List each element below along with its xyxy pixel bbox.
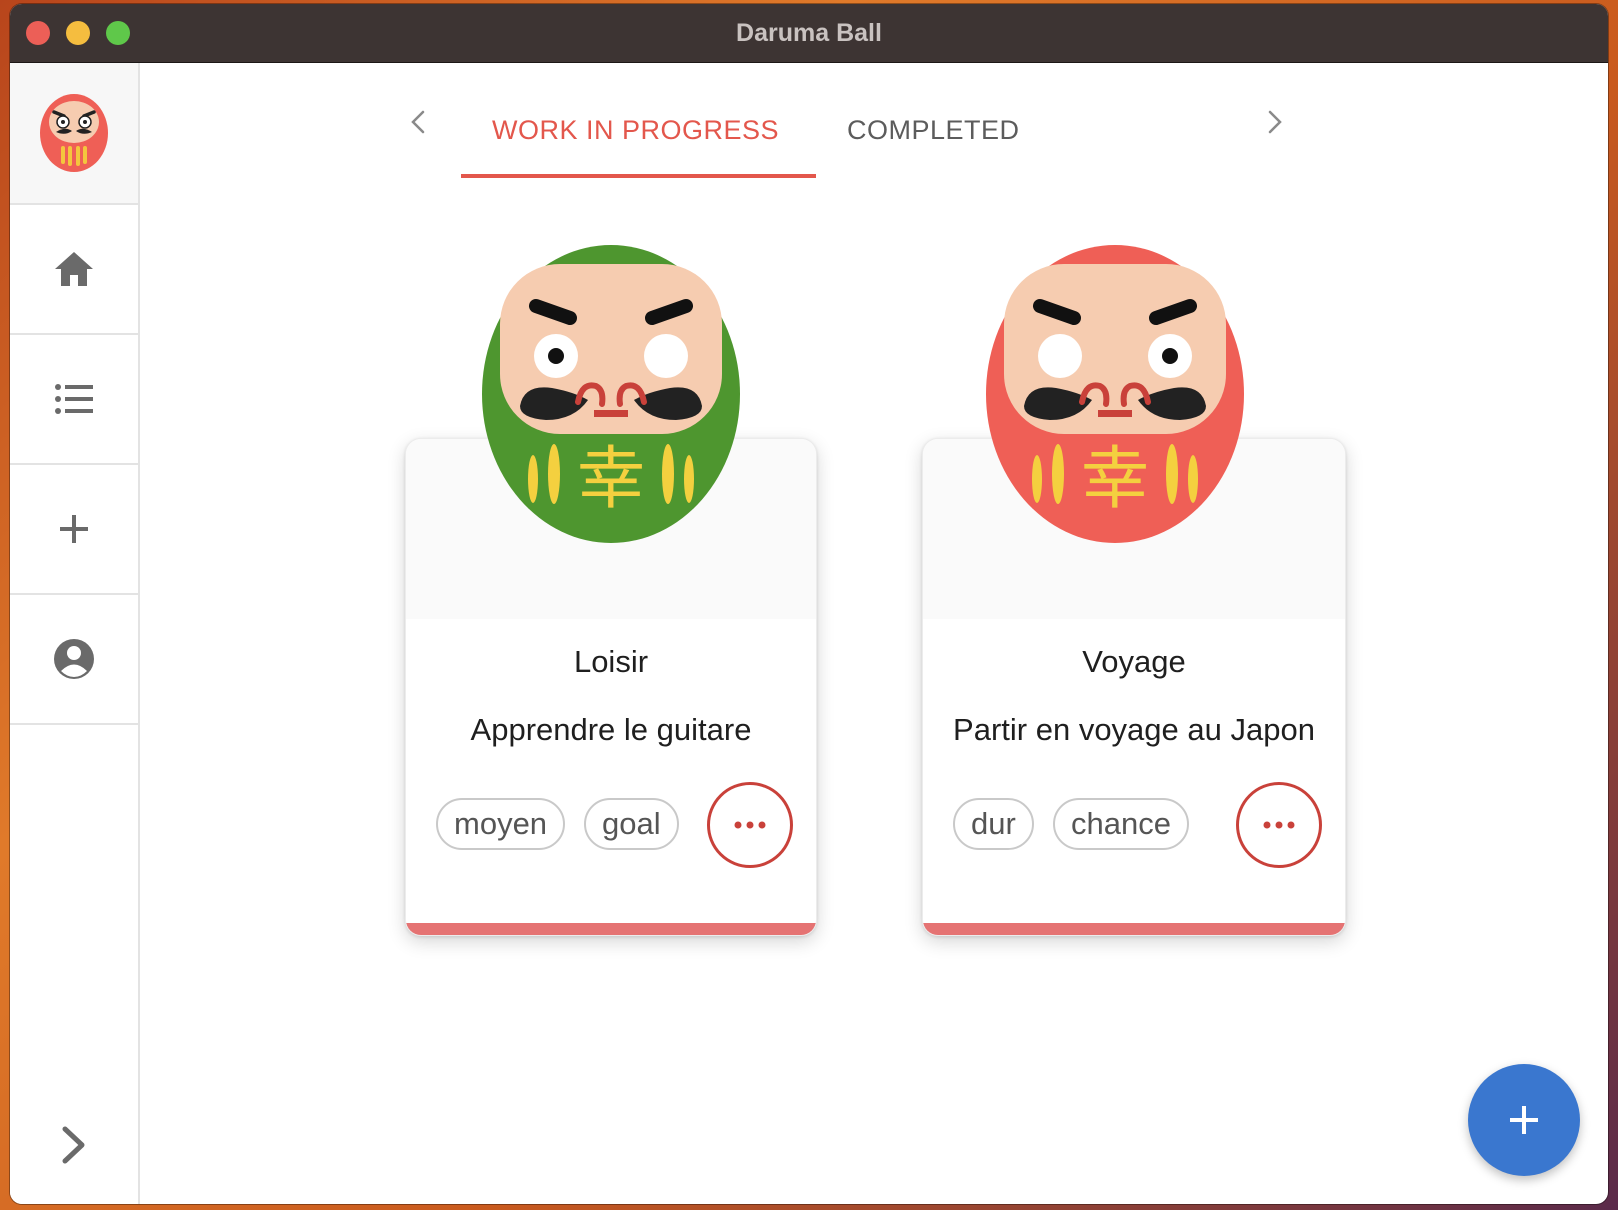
daruma-logo-icon bbox=[40, 94, 108, 172]
tag-chip[interactable]: chance bbox=[1053, 798, 1189, 850]
sidebar-item-list[interactable] bbox=[10, 335, 138, 465]
card-status-bar bbox=[406, 923, 816, 935]
daruma-glyph: 幸 bbox=[1081, 440, 1149, 519]
active-tab-indicator bbox=[461, 174, 816, 178]
sidebar bbox=[10, 63, 140, 1204]
sidebar-item-add[interactable] bbox=[10, 465, 138, 595]
app-window: Daruma Ball WORK IN PROGRESS COMPLETED L… bbox=[10, 4, 1608, 1204]
card-category: Loisir bbox=[573, 644, 649, 679]
tag-chip[interactable]: moyen bbox=[436, 798, 566, 850]
daruma-glyph: 幸 bbox=[577, 440, 645, 519]
chevron-right-icon bbox=[62, 1126, 85, 1164]
chevron-right-icon bbox=[1268, 110, 1282, 134]
card-category: Voyage bbox=[1082, 644, 1186, 679]
card-goal-text: Apprendre le guitare bbox=[470, 712, 752, 747]
home-icon bbox=[55, 252, 93, 286]
plus-icon bbox=[60, 515, 88, 543]
more-horizontal-icon bbox=[734, 821, 766, 829]
more-horizontal-icon bbox=[1263, 821, 1295, 829]
plus-icon bbox=[1510, 1106, 1538, 1134]
sidebar-item-profile[interactable] bbox=[10, 595, 138, 725]
tab-completed[interactable]: COMPLETED bbox=[847, 115, 1020, 146]
card-goal-text: Partir en voyage au Japon bbox=[953, 712, 1315, 747]
tab-work-in-progress[interactable]: WORK IN PROGRESS bbox=[492, 115, 779, 146]
account-circle-icon bbox=[54, 639, 94, 679]
sidebar-expand-button[interactable] bbox=[10, 1126, 138, 1164]
tab-scroll-right-button[interactable] bbox=[1267, 109, 1283, 140]
window-title: Daruma Ball bbox=[736, 19, 882, 47]
more-options-button[interactable] bbox=[707, 782, 793, 868]
card-status-bar bbox=[923, 923, 1345, 935]
tag-chip[interactable]: goal bbox=[584, 798, 679, 850]
daruma-red-icon: 幸 bbox=[986, 245, 1244, 543]
tab-scroll-left-button[interactable] bbox=[410, 109, 426, 140]
title-bar: Daruma Ball bbox=[10, 4, 1608, 63]
app-logo[interactable] bbox=[10, 63, 138, 205]
chevron-left-icon bbox=[411, 110, 425, 134]
tag-chip[interactable]: dur bbox=[953, 798, 1034, 850]
add-goal-fab-button[interactable] bbox=[1468, 1064, 1580, 1176]
sidebar-item-home[interactable] bbox=[10, 205, 138, 335]
daruma-green-icon: 幸 bbox=[482, 245, 740, 543]
list-icon bbox=[55, 384, 93, 414]
main-content: WORK IN PROGRESS COMPLETED Loisir Appren… bbox=[140, 63, 1608, 1204]
more-options-button[interactable] bbox=[1236, 782, 1322, 868]
tab-bar: WORK IN PROGRESS COMPLETED bbox=[410, 63, 1310, 178]
